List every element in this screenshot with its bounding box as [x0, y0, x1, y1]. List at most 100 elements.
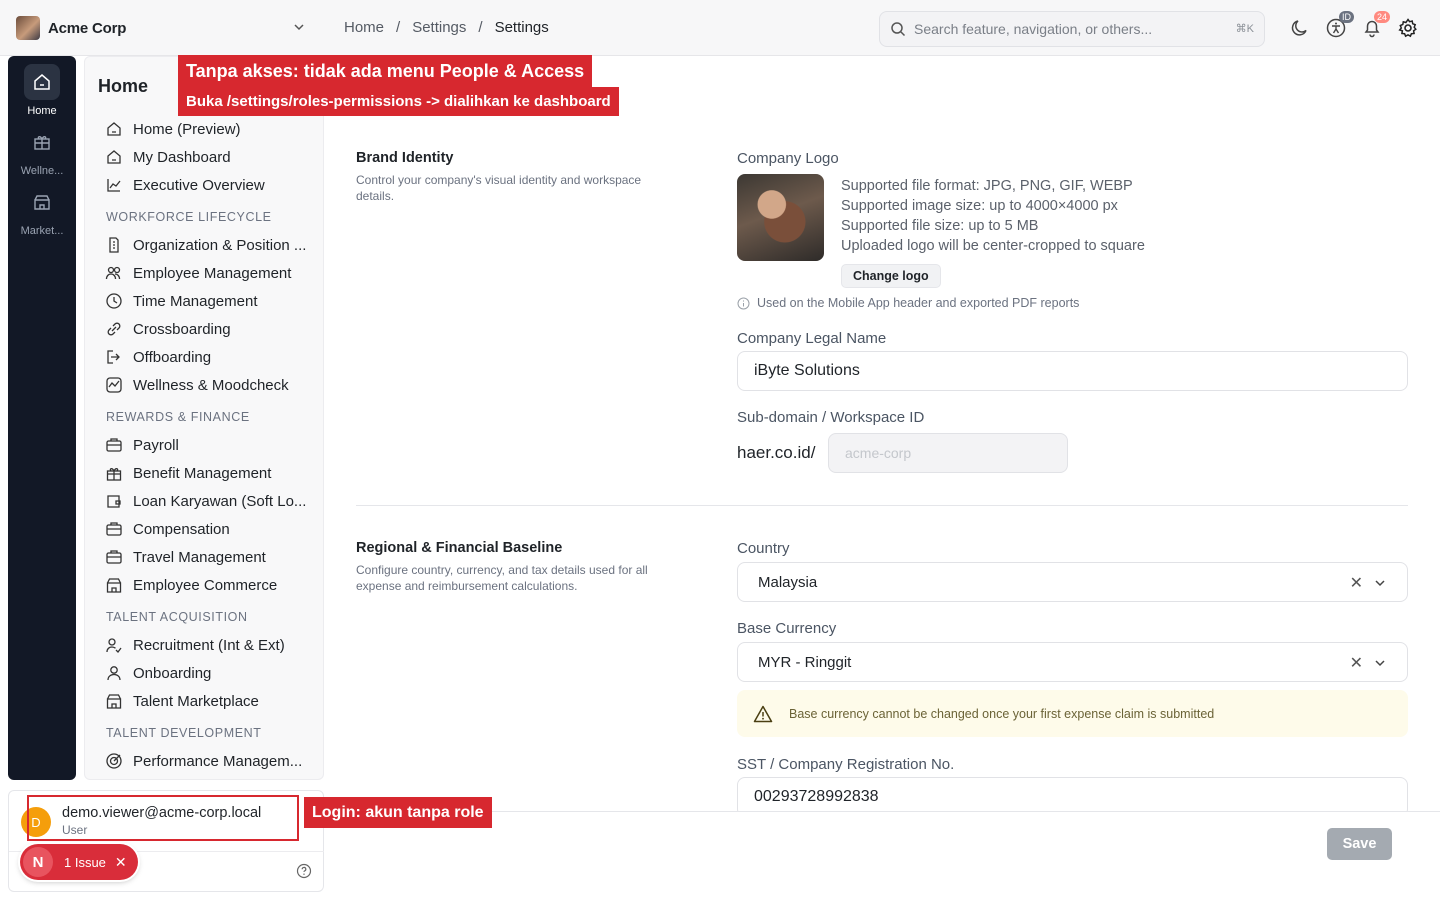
briefcase-icon	[106, 522, 122, 536]
briefcase-icon	[106, 550, 122, 564]
rail-item-label: Wellne...	[20, 165, 64, 177]
chart-icon	[107, 179, 121, 192]
annotation-title: Tanpa akses: tidak ada menu People & Acc…	[178, 55, 593, 87]
breadcrumb-separator: /	[396, 19, 401, 36]
regional-section-title: Regional & Financial Baseline	[356, 540, 563, 556]
breadcrumb-settings[interactable]: Settings	[412, 19, 466, 36]
sidebar-item[interactable]: Payroll	[105, 431, 315, 459]
sidebar-item[interactable]: Performance Managem...	[105, 747, 315, 775]
org-switcher[interactable]: Acme Corp	[16, 16, 306, 40]
logo-requirement: Uploaded logo will be center-cropped to …	[841, 238, 1145, 254]
logo-usage-note: Used on the Mobile App header and export…	[737, 296, 1079, 310]
rail-item-wellness[interactable]: Wellne...	[8, 124, 76, 177]
sidebar-item-label: Offboarding	[133, 348, 212, 366]
rail-item-marketplace[interactable]: Market...	[8, 184, 76, 237]
sidebar-item[interactable]: Crossboarding	[105, 315, 315, 343]
sidebar-item-label: Onboarding	[133, 664, 212, 682]
close-icon[interactable]: ✕	[115, 854, 127, 871]
annotation-subtitle: Buka /settings/roles-permissions -> dial…	[178, 87, 619, 116]
currency-select[interactable]: MYR - Ringgit ✕	[737, 642, 1408, 682]
sst-input[interactable]: 00293728992838	[737, 777, 1408, 812]
store-icon	[106, 694, 122, 709]
sidebar: Home Home (Preview) My Dashboard Executive…	[84, 56, 324, 780]
sidebar-section-heading: WORKFORCE LIFECYCLE	[106, 210, 272, 224]
company-logo-label: Company Logo	[737, 150, 839, 167]
brand-section-desc: Control your company's visual identity a…	[356, 173, 642, 203]
breadcrumb-current: Settings	[494, 19, 549, 36]
sidebar-item[interactable]: Executive Overview	[105, 171, 315, 199]
gear-icon[interactable]	[1397, 17, 1419, 39]
sidebar-item-label: Payroll	[133, 436, 179, 454]
login-highlight-box	[27, 795, 299, 841]
user-check-icon	[106, 638, 122, 653]
sidebar-menu: Home (Preview) My Dashboard Executive Over…	[105, 115, 315, 775]
change-logo-button[interactable]: Change logo	[841, 264, 941, 288]
breadcrumb-home[interactable]: Home	[344, 19, 384, 36]
sidebar-item[interactable]: Benefit Management	[105, 459, 315, 487]
sidebar-item[interactable]: Onboarding	[105, 659, 315, 687]
breadcrumb-separator: /	[478, 19, 483, 36]
search-input[interactable]	[914, 21, 1224, 37]
brand-section-title: Brand Identity	[356, 150, 454, 166]
chevron-down-icon	[1375, 580, 1385, 587]
breadcrumb: Home / Settings / Settings	[344, 19, 549, 36]
wallet-icon	[107, 495, 121, 508]
sidebar-section-heading: TALENT DEVELOPMENT	[106, 726, 262, 740]
gift-icon	[34, 136, 50, 150]
sidebar-item[interactable]: Travel Management	[105, 543, 315, 571]
save-button[interactable]: Save	[1327, 828, 1392, 860]
rail-item-home[interactable]: Home	[8, 64, 76, 117]
sidebar-item[interactable]: Compensation	[105, 515, 315, 543]
sidebar-item-label: Employee Management	[133, 264, 292, 282]
subdomain-label: Sub-domain / Workspace ID	[737, 409, 925, 426]
issue-indicator[interactable]: N 1 Issue ✕	[20, 844, 138, 880]
sidebar-item[interactable]: Loan Karyawan (Soft Lo...	[105, 487, 315, 515]
country-select[interactable]: Malaysia ✕	[737, 562, 1408, 602]
info-icon	[737, 297, 750, 309]
sidebar-item[interactable]: Wellness & Moodcheck	[105, 371, 315, 399]
sidebar-item[interactable]: My Dashboard	[105, 143, 315, 171]
company-logo-image	[737, 174, 824, 261]
country-label: Country	[737, 540, 790, 557]
top-bar: Acme Corp Home / Settings / Settings ⌘K …	[0, 0, 1440, 56]
subdomain-prefix: haer.co.id/	[737, 443, 816, 462]
sidebar-item-label: Performance Managem...	[133, 752, 303, 770]
users-icon	[105, 266, 121, 280]
user-icon	[107, 666, 121, 681]
sidebar-item[interactable]: Offboarding	[105, 343, 315, 371]
module-rail: Home Wellne... Market...	[8, 56, 76, 780]
sidebar-item-label: Time Management	[133, 292, 258, 310]
help-icon[interactable]	[296, 863, 312, 879]
clear-icon[interactable]: ✕	[1350, 573, 1363, 593]
logo-usage-text: Used on the Mobile App header and export…	[757, 296, 1080, 310]
legal-name-input[interactable]: iByte Solutions	[737, 351, 1408, 391]
regional-section-desc: Configure country, currency, and tax det…	[356, 563, 648, 593]
store-icon	[106, 578, 122, 593]
sst-label: SST / Company Registration No.	[737, 756, 955, 773]
sidebar-item-label: Executive Overview	[133, 176, 265, 194]
search-shortcut: ⌘K	[1235, 23, 1254, 35]
sidebar-item[interactable]: Organization & Position ...	[105, 231, 315, 259]
subdomain-input: acme-corp	[828, 433, 1068, 473]
sidebar-item[interactable]: Talent Marketplace	[105, 687, 315, 715]
sidebar-item-label: Benefit Management	[133, 464, 272, 482]
sidebar-item[interactable]: Recruitment (Int & Ext)	[105, 631, 315, 659]
briefcase-icon	[106, 438, 122, 452]
sidebar-item[interactable]: Home (Preview)	[105, 115, 315, 143]
building-icon	[109, 237, 119, 253]
moon-icon[interactable]	[1289, 17, 1311, 39]
logout-icon	[107, 350, 120, 364]
section-divider	[356, 505, 1408, 506]
currency-warning-text: Base currency cannot be changed once you…	[789, 706, 1215, 721]
sidebar-item-label: Travel Management	[133, 548, 266, 566]
chevron-down-icon	[1375, 660, 1385, 667]
global-search[interactable]: ⌘K	[879, 11, 1265, 47]
rail-item-label: Market...	[20, 225, 64, 237]
sidebar-item-label: Recruitment (Int & Ext)	[133, 636, 285, 654]
sidebar-item[interactable]: Employee Management	[105, 259, 315, 287]
sidebar-item[interactable]: Employee Commerce	[105, 571, 315, 599]
clear-icon[interactable]: ✕	[1350, 653, 1363, 673]
org-name: Acme Corp	[48, 19, 127, 37]
sidebar-item-label: Compensation	[133, 520, 230, 538]
sidebar-item[interactable]: Time Management	[105, 287, 315, 315]
